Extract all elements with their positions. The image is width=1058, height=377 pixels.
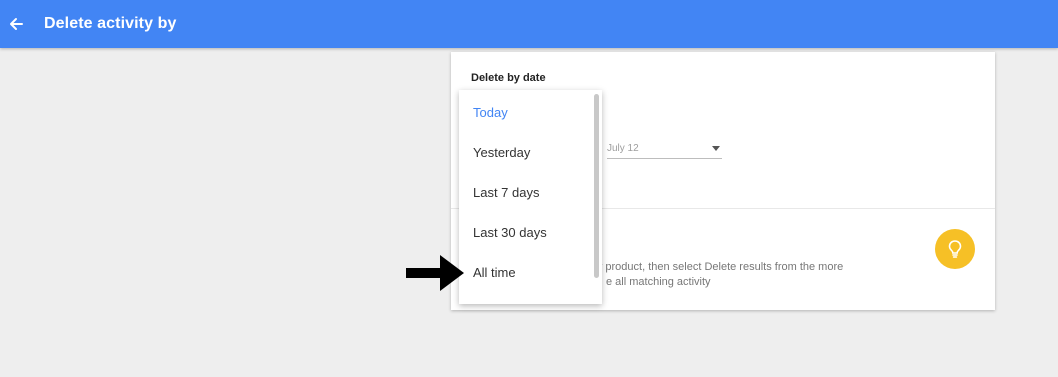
option-last-7-days[interactable]: Last 7 days <box>473 185 540 200</box>
lightbulb-icon <box>935 229 975 269</box>
option-last-30-days[interactable]: Last 30 days <box>473 225 547 240</box>
app-bar: Delete activity by <box>0 0 1058 48</box>
date-select[interactable]: July 12 <box>607 142 722 159</box>
tip-body: r by product, then select Delete results… <box>584 260 884 290</box>
option-yesterday[interactable]: Yesterday <box>473 145 530 160</box>
option-all-time[interactable]: All time <box>473 265 516 280</box>
page-title: Delete activity by <box>44 15 177 32</box>
arrow-right-icon <box>404 251 466 295</box>
caret-down-icon <box>712 146 720 151</box>
delete-by-date-heading: Delete by date <box>471 72 546 84</box>
tip-line-2: e all matching activity <box>606 276 711 288</box>
option-today[interactable]: Today <box>473 105 508 120</box>
dropdown-scrollbar[interactable] <box>594 94 599 278</box>
tip-line-1: r by product, then select Delete results… <box>584 261 844 273</box>
back-arrow-icon[interactable] <box>8 16 24 32</box>
date-select-value: July 12 <box>607 143 639 154</box>
date-range-dropdown[interactable]: Today Yesterday Last 7 days Last 30 days… <box>459 90 602 304</box>
